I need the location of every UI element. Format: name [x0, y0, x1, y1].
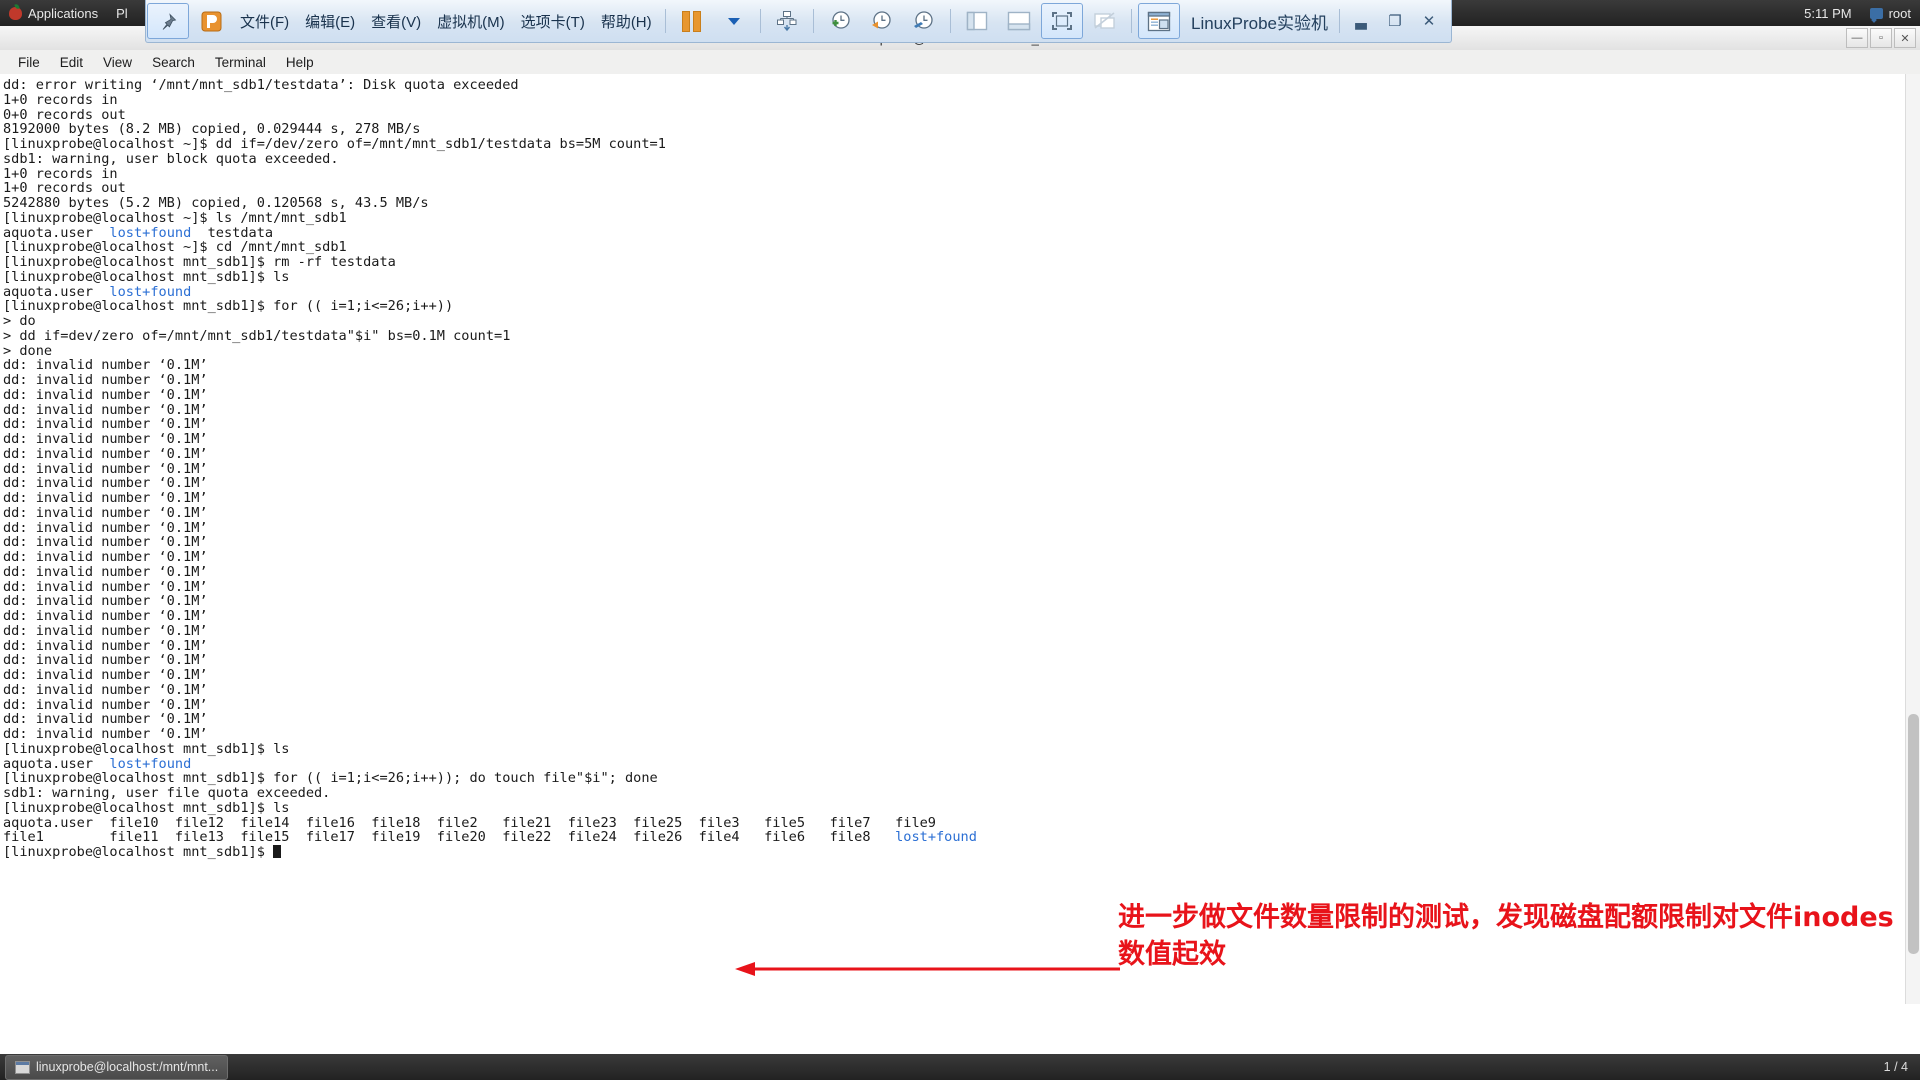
- term-menu-view[interactable]: View: [93, 55, 142, 70]
- snapshot-manager-icon[interactable]: [904, 4, 944, 38]
- panel-right-group: 5:11 PM root: [1795, 0, 1920, 26]
- clock-label: 5:11 PM: [1804, 5, 1852, 21]
- user-icon: [1869, 7, 1883, 19]
- revert-snapshot-icon[interactable]: [862, 4, 902, 38]
- term-menu-search[interactable]: Search: [142, 55, 205, 70]
- menu-tabs[interactable]: 选项卡(T): [514, 4, 592, 38]
- directory-entry: lost+found: [109, 283, 192, 300]
- workspace-indicator[interactable]: 1 / 4: [1884, 1060, 1908, 1074]
- manage-snapshots-icon[interactable]: [767, 4, 807, 38]
- vmware-toolbar: 文件(F) 编辑(E) 查看(V) 虚拟机(M) 选项卡(T) 帮助(H) Li…: [145, 0, 1452, 43]
- toolbar-divider: [949, 9, 951, 33]
- toolbar-divider: [812, 9, 814, 33]
- show-thumbnails-icon[interactable]: [999, 4, 1039, 38]
- menu-view[interactable]: 查看(V): [364, 4, 428, 38]
- term-maximize-button[interactable]: ▫: [1870, 28, 1892, 48]
- terminal-cursor: [273, 845, 282, 858]
- vm-close-button[interactable]: ✕: [1413, 8, 1445, 34]
- places-menu[interactable]: Pl: [107, 0, 137, 26]
- red-annotation-text: 进一步做文件数量限制的测试，发现磁盘配额限制对文件inodes数值起效: [1118, 902, 1894, 970]
- terminal-menubar: File Edit View Search Terminal Help: [0, 50, 1920, 75]
- red-arrow: [735, 962, 1120, 976]
- directory-entry: lost+found: [109, 755, 192, 772]
- term-close-button[interactable]: ✕: [1894, 28, 1916, 48]
- full-screen-icon[interactable]: [1040, 3, 1083, 39]
- suspend-icon[interactable]: [672, 4, 712, 38]
- term-menu-terminal[interactable]: Terminal: [205, 55, 276, 70]
- applications-menu[interactable]: Applications: [0, 0, 107, 26]
- term-menu-file[interactable]: File: [8, 55, 50, 70]
- vmware-window-controls: ▃ ❐ ✕: [1345, 8, 1451, 34]
- menu-vm[interactable]: 虚拟机(M): [430, 4, 512, 38]
- term-menu-help[interactable]: Help: [276, 55, 324, 70]
- toolbar-divider: [1339, 9, 1340, 33]
- take-snapshot-icon[interactable]: [820, 4, 860, 38]
- menu-file[interactable]: 文件(F): [233, 4, 296, 38]
- bottom-taskbar: linuxprobe@localhost:/mnt/mnt... 1 / 4: [0, 1054, 1920, 1080]
- user-menu[interactable]: root: [1861, 0, 1920, 26]
- term-menu-edit[interactable]: Edit: [50, 55, 93, 70]
- toolbar-divider: [1130, 9, 1132, 33]
- terminal-output-area[interactable]: dd: error writing ‘/mnt/mnt_sdb1/testdat…: [0, 74, 1920, 1004]
- terminal-scrollbar-thumb[interactable]: [1908, 714, 1919, 954]
- taskbar-window-label: linuxprobe@localhost:/mnt/mnt...: [36, 1060, 219, 1074]
- terminal-text: dd: error writing ‘/mnt/mnt_sdb1/testdat…: [3, 77, 977, 860]
- directory-entry: lost+found: [895, 829, 977, 846]
- unity-mode-icon: [1085, 4, 1125, 38]
- toolbar-divider: [759, 9, 761, 33]
- show-library-icon[interactable]: [957, 4, 997, 38]
- term-minimize-button[interactable]: —: [1846, 28, 1868, 48]
- menu-help[interactable]: 帮助(H): [594, 4, 659, 38]
- apple-icon: [9, 6, 22, 20]
- power-dropdown-icon[interactable]: [714, 4, 754, 38]
- taskbar-window-button[interactable]: linuxprobe@localhost:/mnt/mnt...: [5, 1054, 229, 1080]
- vm-restore-button[interactable]: ❐: [1379, 8, 1411, 34]
- clock[interactable]: 5:11 PM: [1795, 0, 1860, 26]
- vm-minimize-button[interactable]: ▃: [1345, 8, 1377, 34]
- terminal-window-controls: — ▫ ✕: [1846, 28, 1916, 48]
- vmware-app-icon: [191, 4, 231, 38]
- console-view-icon[interactable]: [1137, 3, 1180, 39]
- vmware-vm-title: LinuxProbe实验机: [1190, 13, 1328, 33]
- directory-entry: lost+found: [109, 224, 192, 241]
- user-label: root: [1888, 5, 1911, 21]
- pin-icon[interactable]: [147, 3, 189, 39]
- toolbar-divider: [664, 9, 666, 33]
- terminal-window: linuxprobe@localhost:/mnt/mnt_sdb1 — ▫ ✕…: [0, 26, 1920, 1056]
- vmware-window: 文件(F) 编辑(E) 查看(V) 虚拟机(M) 选项卡(T) 帮助(H) Li…: [145, 0, 1452, 45]
- places-label: Pl: [116, 5, 128, 21]
- applications-label: Applications: [28, 5, 99, 21]
- terminal-icon: [15, 1060, 30, 1074]
- terminal-scrollbar[interactable]: [1905, 74, 1920, 1004]
- menu-edit[interactable]: 编辑(E): [298, 4, 362, 38]
